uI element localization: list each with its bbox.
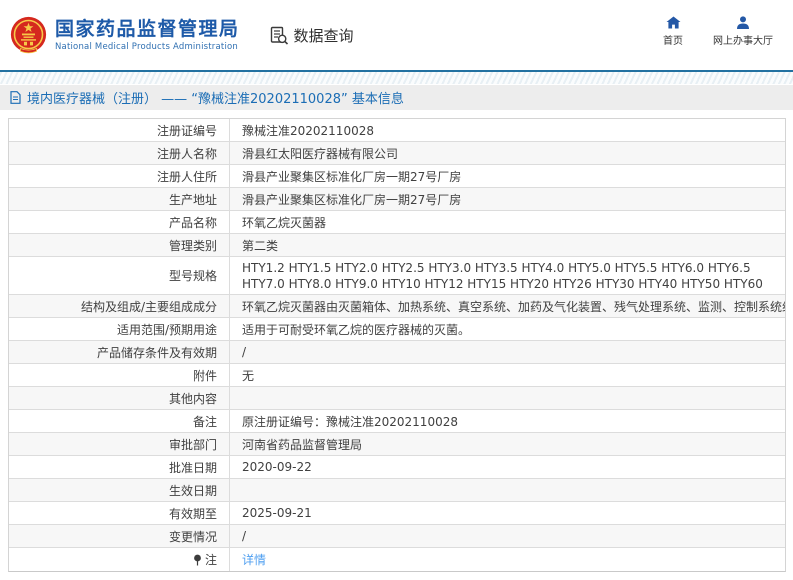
- pin-icon: [194, 554, 201, 565]
- nmpa-logo: 国家药品监督管理局 National Medical Products Admi…: [10, 16, 240, 55]
- info-table: 注册证编号 豫械注准20202110028 注册人名称 滑县红太阳医疗器械有限公…: [8, 118, 786, 572]
- table-row: 生效日期: [9, 479, 785, 502]
- row-label: 注册证编号: [9, 119, 230, 141]
- table-row: 批准日期 2020-09-22: [9, 456, 785, 479]
- table-row: 审批部门 河南省药品监督管理局: [9, 433, 785, 456]
- row-label: 注册人名称: [9, 142, 230, 164]
- top-links: 首页 网上办事大厅: [663, 16, 773, 47]
- org-name-cn: 国家药品监督管理局: [55, 18, 240, 40]
- row-value: HTY1.2 HTY1.5 HTY2.0 HTY2.5 HTY3.0 HTY3.…: [242, 261, 763, 291]
- nav-home[interactable]: 首页: [663, 16, 683, 47]
- row-value: 详情: [230, 548, 785, 571]
- row-label: 有效期至: [9, 502, 230, 524]
- row-label: 适用范围/预期用途: [9, 318, 230, 340]
- page-title: 境内医疗器械（注册） —— “豫械注准20202110028” 基本信息: [27, 92, 404, 107]
- row-label: 生产地址: [9, 188, 230, 210]
- org-name-en: National Medical Products Administration: [55, 42, 238, 52]
- table-row: 注 详情: [9, 548, 785, 571]
- page-title-bar: 境内医疗器械（注册） —— “豫械注准20202110028” 基本信息: [0, 85, 793, 110]
- logo-text: 国家药品监督管理局 National Medical Products Admi…: [55, 18, 240, 52]
- home-icon: [666, 16, 680, 29]
- row-label: 产品名称: [9, 211, 230, 233]
- nav-service-hall[interactable]: 网上办事大厅: [713, 16, 773, 47]
- row-label: 型号规格: [9, 257, 230, 294]
- table-row: 有效期至 2025-09-21: [9, 502, 785, 525]
- row-value: [230, 387, 785, 409]
- row-label: 产品储存条件及有效期: [9, 341, 230, 363]
- document-icon: [10, 91, 21, 104]
- row-label: 注: [9, 548, 230, 571]
- table-row: 注册人住所 滑县产业聚集区标准化厂房一期27号厂房: [9, 165, 785, 188]
- table-row: 生产地址 滑县产业聚集区标准化厂房一期27号厂房: [9, 188, 785, 211]
- row-value: 2025-09-21: [242, 506, 312, 520]
- table-row: 产品名称 环氧乙烷灭菌器: [9, 211, 785, 234]
- table-row: 备注 原注册证编号：豫械注准20202110028: [9, 410, 785, 433]
- national-emblem-icon: [10, 16, 47, 53]
- row-value: 第二类: [242, 238, 279, 253]
- table-row: 型号规格 HTY1.2 HTY1.5 HTY2.0 HTY2.5 HTY3.0 …: [9, 257, 785, 295]
- row-value: [230, 479, 785, 501]
- table-row: 其他内容: [9, 387, 785, 410]
- table-row: 注册证编号 豫械注准20202110028: [9, 119, 785, 142]
- table-row: 管理类别 第二类: [9, 234, 785, 257]
- row-value: 环氧乙烷灭菌器: [242, 215, 327, 230]
- table-row: 变更情况 /: [9, 525, 785, 548]
- row-label: 注册人住所: [9, 165, 230, 187]
- row-value: 原注册证编号：豫械注准20202110028: [242, 414, 458, 429]
- data-query-label: 数据查询: [293, 26, 354, 45]
- row-value: 无: [242, 368, 255, 383]
- table-row: 适用范围/预期用途 适用于可耐受环氧乙烷的医疗器械的灭菌。: [9, 318, 785, 341]
- row-label: 附件: [9, 364, 230, 386]
- home-label: 首页: [663, 36, 683, 47]
- row-label: 批准日期: [9, 456, 230, 478]
- nav-data-query[interactable]: 数据查询: [270, 25, 354, 46]
- row-value: /: [242, 345, 247, 359]
- row-label: 其他内容: [9, 387, 230, 409]
- row-label: 结构及组成/主要组成成分: [9, 295, 230, 317]
- table-row: 产品储存条件及有效期 /: [9, 341, 785, 364]
- user-icon: [737, 16, 749, 29]
- row-value: 适用于可耐受环氧乙烷的医疗器械的灭菌。: [242, 322, 471, 337]
- table-row: 附件 无: [9, 364, 785, 387]
- row-label: 审批部门: [9, 433, 230, 455]
- row-label: 生效日期: [9, 479, 230, 501]
- document-search-icon: [270, 26, 288, 45]
- row-label: 管理类别: [9, 234, 230, 256]
- row-value: 河南省药品监督管理局: [242, 437, 363, 452]
- details-link[interactable]: 详情: [242, 551, 266, 568]
- header-divider-stripes: [0, 70, 793, 84]
- table-row: 结构及组成/主要组成成分 环氧乙烷灭菌器由灭菌箱体、加热系统、真空系统、加药及气…: [9, 295, 785, 318]
- row-value: 滑县产业聚集区标准化厂房一期27号厂房: [242, 169, 462, 184]
- row-label: 变更情况: [9, 525, 230, 547]
- row-value: 滑县产业聚集区标准化厂房一期27号厂房: [242, 192, 462, 207]
- row-value: 环氧乙烷灭菌器由灭菌箱体、加热系统、真空系统、加药及气化装置、残气处理系统、监测…: [242, 299, 785, 314]
- table-row: 注册人名称 滑县红太阳医疗器械有限公司: [9, 142, 785, 165]
- service-hall-label: 网上办事大厅: [713, 36, 773, 47]
- row-label: 备注: [9, 410, 230, 432]
- row-value: 滑县红太阳医疗器械有限公司: [242, 146, 399, 161]
- row-value: 豫械注准20202110028: [242, 123, 374, 138]
- row-value: /: [242, 529, 247, 543]
- site-header: 国家药品监督管理局 National Medical Products Admi…: [0, 0, 793, 70]
- row-value: 2020-09-22: [242, 460, 312, 474]
